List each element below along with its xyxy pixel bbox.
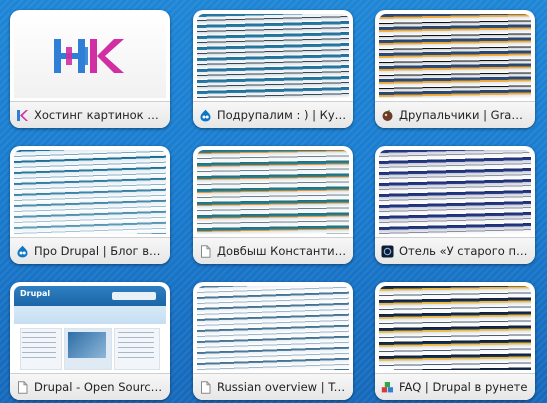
tile-label: Подрупалим : ) | Курсы... xyxy=(217,108,347,122)
tile-label: Друпальчики | Graker.Ru xyxy=(399,108,529,122)
tile-thumbnail xyxy=(379,150,531,234)
site-search-box xyxy=(112,292,156,300)
speed-dial-tile-1[interactable]: Хостинг картинок и из... xyxy=(10,10,170,128)
tile-label: Довбыш Константин | ... xyxy=(217,244,347,258)
tile-thumbnail xyxy=(14,150,166,234)
tile-label: Drupal - Open Source ... xyxy=(34,380,164,394)
faq-cubes-icon xyxy=(381,381,393,392)
tile-label: FAQ | Drupal в рунете xyxy=(399,380,528,394)
drupal-drop-icon xyxy=(17,245,28,257)
tile-caption: Хостинг картинок и из... xyxy=(10,101,170,128)
tile-caption: Довбыш Константин | ... xyxy=(193,237,353,264)
tile-caption: Russian overview | Tra... xyxy=(193,373,353,400)
graker-icon xyxy=(382,109,393,121)
hk-logo-icon xyxy=(54,39,124,73)
site-image xyxy=(68,332,106,358)
speed-dial-tile-4[interactable]: Про Drupal | Блог вред... xyxy=(10,146,170,264)
speed-dial-tile-9[interactable]: FAQ | Drupal в рунете xyxy=(375,282,535,400)
speed-dial-tile-2[interactable]: Подрупалим : ) | Курсы... xyxy=(193,10,353,128)
tile-thumbnail xyxy=(197,286,349,370)
tile-label: Хостинг картинок и из... xyxy=(34,108,164,122)
page-icon xyxy=(201,380,211,394)
speed-dial-tile-3[interactable]: Друпальчики | Graker.Ru xyxy=(375,10,535,128)
speed-dial-tile-6[interactable]: Отель «У старого прог... xyxy=(375,146,535,264)
tile-caption: Про Drupal | Блог вред... xyxy=(10,237,170,264)
site-logo: Drupal xyxy=(20,289,51,298)
tile-thumbnail xyxy=(379,286,531,370)
speed-dial-tile-7[interactable]: Drupal Drupal - Open Source ... xyxy=(10,282,170,400)
page-icon xyxy=(18,380,28,394)
site-text-lines xyxy=(22,332,56,362)
tile-thumbnail xyxy=(379,14,531,98)
tile-caption: Отель «У старого прог... xyxy=(375,237,535,264)
tile-thumbnail: Drupal xyxy=(14,286,166,370)
tile-thumbnail xyxy=(197,14,349,98)
tile-thumbnail xyxy=(14,14,166,98)
speed-dial-tile-5[interactable]: Довбыш Константин | ... xyxy=(193,146,353,264)
hk-logo-icon xyxy=(17,109,28,121)
speed-dial-tile-8[interactable]: Russian overview | Tra... xyxy=(193,282,353,400)
drupal-drop-icon xyxy=(200,109,211,121)
dark-square-icon xyxy=(381,245,394,257)
site-banner xyxy=(14,306,166,324)
tile-caption: FAQ | Drupal в рунете xyxy=(375,373,535,400)
tile-label: Отель «У старого прог... xyxy=(399,244,529,258)
site-text-lines xyxy=(118,332,154,362)
tile-thumbnail xyxy=(197,150,349,234)
tile-label: Про Drupal | Блог вред... xyxy=(34,244,164,258)
tile-caption: Подрупалим : ) | Курсы... xyxy=(193,101,353,128)
tile-label: Russian overview | Tra... xyxy=(217,380,347,394)
tile-caption: Друпальчики | Graker.Ru xyxy=(375,101,535,128)
page-icon xyxy=(201,244,211,258)
tile-caption: Drupal - Open Source ... xyxy=(10,373,170,400)
